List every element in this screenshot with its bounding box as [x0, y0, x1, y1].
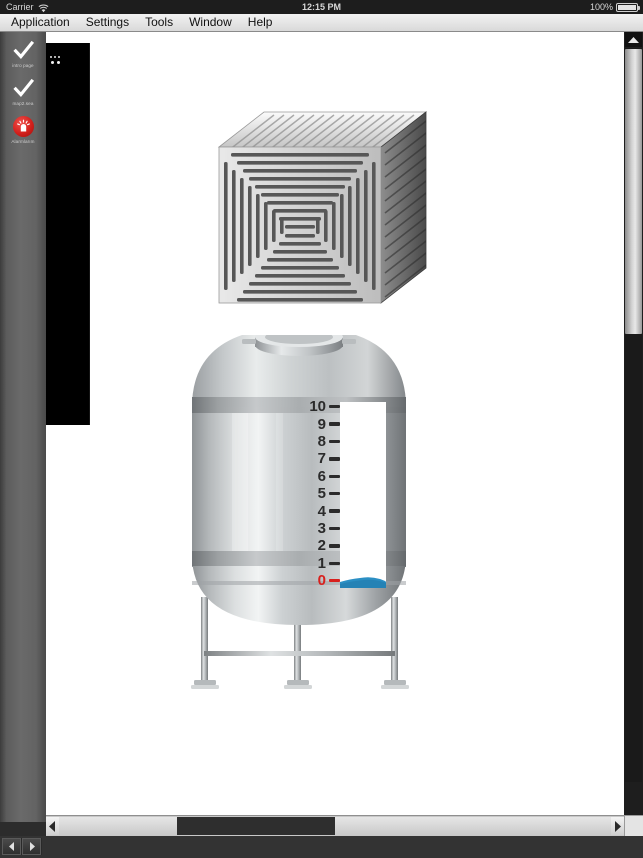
horizontal-scroll-thumb[interactable] [177, 817, 335, 835]
sidebar-item-label: map2.sea [12, 101, 34, 106]
vertical-scrollbar[interactable] [624, 32, 643, 822]
crate-box-graphic[interactable] [207, 104, 437, 314]
scale-label-8: 8 [317, 432, 326, 450]
scale-tick [329, 526, 340, 531]
scale-tick [329, 544, 340, 548]
scale-label-3: 3 [317, 519, 326, 537]
sidebar-item-intro-page[interactable]: intro page [0, 38, 46, 69]
scale-tick [329, 405, 340, 409]
scale-row: 8 [292, 433, 340, 450]
horizontal-scroll-track[interactable] [59, 817, 611, 835]
bottom-bar [0, 836, 643, 858]
scrollbar-corner [624, 815, 643, 836]
scroll-right-arrow-icon[interactable] [611, 817, 624, 835]
menu-help[interactable]: Help [241, 14, 280, 31]
menu-settings[interactable]: Settings [79, 14, 136, 31]
scale-label-4: 4 [317, 502, 326, 520]
scale-row: 9 [292, 415, 340, 432]
checkmark-icon [0, 38, 46, 62]
horizontal-scrollbar[interactable] [46, 815, 624, 836]
scale-label-0: 0 [317, 572, 326, 590]
scale-row: 1 [292, 555, 340, 572]
scale-row: 10 [292, 398, 340, 415]
scroll-left-arrow-icon[interactable] [46, 817, 59, 835]
ios-status-bar: Carrier 12:15 PM 100% [0, 0, 643, 14]
scale-tick [329, 491, 340, 496]
app-window: Carrier 12:15 PM 100% Application Settin… [0, 0, 643, 858]
tank-level-scale: 10 9 8 7 6 5 4 3 2 1 0 [292, 398, 340, 589]
checkmark-icon [0, 76, 46, 100]
scale-row: 7 [292, 450, 340, 467]
scroll-up-arrow-icon[interactable] [625, 32, 642, 47]
scale-tick [329, 561, 340, 565]
vertical-scroll-thumb[interactable] [625, 49, 642, 334]
scale-tick [329, 439, 340, 444]
alarm-siren-icon [0, 114, 46, 138]
scale-row: 4 [292, 502, 340, 519]
scale-tick [329, 474, 340, 478]
battery-percent-label: 100% [589, 2, 613, 12]
scale-tick [329, 457, 340, 461]
scale-label-9: 9 [317, 415, 326, 433]
menu-window[interactable]: Window [182, 14, 239, 31]
mini-left-arrow-icon[interactable] [2, 838, 21, 855]
workspace: 10 9 8 7 6 5 4 3 2 1 0 intro page map2.s… [0, 32, 643, 822]
menu-tools[interactable]: Tools [138, 14, 180, 31]
sidebar-item-map2-sea[interactable]: map2.sea [0, 76, 46, 107]
scale-label-2: 2 [317, 537, 326, 555]
scale-label-7: 7 [317, 450, 326, 468]
scale-label-10: 10 [309, 398, 326, 416]
panel-handle-dots-icon [51, 61, 60, 64]
scale-row: 6 [292, 468, 340, 485]
sidebar-item-label: Alarmlarım [11, 139, 35, 144]
scale-label-5: 5 [317, 485, 326, 503]
scale-row: 3 [292, 520, 340, 537]
menu-bar: Application Settings Tools Window Help [0, 14, 643, 32]
level-indicator-tick [329, 578, 340, 583]
menu-application[interactable]: Application [4, 14, 77, 31]
scale-row-zero: 0 [292, 572, 340, 589]
scale-tick [329, 422, 340, 426]
scale-tick [329, 509, 340, 513]
sidebar-item-alarms[interactable]: Alarmlarım [0, 114, 46, 145]
scale-label-6: 6 [317, 467, 326, 485]
status-bar-right: 100% [589, 0, 640, 14]
sidebar-item-label: intro page [12, 63, 34, 68]
panel-ellipsis-icon [50, 56, 60, 58]
black-overlay-panel[interactable] [46, 43, 90, 425]
scale-label-1: 1 [317, 554, 326, 572]
scale-row: 2 [292, 537, 340, 554]
mini-nav-arrows [2, 838, 42, 855]
tool-sidebar: intro page map2.sea Alarmlarım [0, 32, 46, 822]
scale-row: 5 [292, 485, 340, 502]
battery-icon [616, 2, 640, 12]
status-bar-clock: 12:15 PM [301, 2, 342, 12]
mini-right-arrow-icon[interactable] [22, 838, 41, 855]
drawing-canvas[interactable]: 10 9 8 7 6 5 4 3 2 1 0 [46, 32, 624, 822]
